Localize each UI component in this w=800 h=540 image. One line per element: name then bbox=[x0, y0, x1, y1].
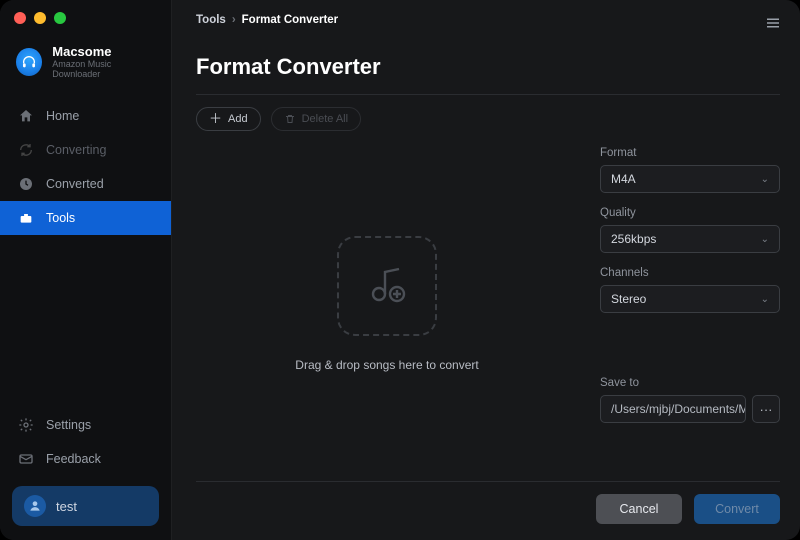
tools-icon bbox=[18, 210, 34, 226]
dropzone-hint: Drag & drop songs here to convert bbox=[295, 358, 478, 372]
sidebar-item-converting[interactable]: Converting bbox=[0, 133, 171, 167]
format-value: M4A bbox=[611, 172, 636, 186]
avatar bbox=[24, 495, 46, 517]
channels-label: Channels bbox=[600, 267, 780, 279]
sidebar-item-label: Converting bbox=[46, 143, 106, 157]
save-to-group: Save to /Users/mjbj/Documents/Ma ··· bbox=[600, 377, 780, 423]
quality-label: Quality bbox=[600, 207, 780, 219]
dropzone[interactable]: Drag & drop songs here to convert bbox=[196, 137, 578, 471]
sidebar-item-label: Converted bbox=[46, 177, 104, 191]
user-name: test bbox=[56, 499, 77, 514]
trash-icon bbox=[284, 113, 296, 125]
quality-group: Quality 256kbps ⌄ bbox=[600, 207, 780, 253]
quality-value: 256kbps bbox=[611, 232, 656, 246]
mail-icon bbox=[18, 451, 34, 467]
channels-group: Channels Stereo ⌄ bbox=[600, 267, 780, 313]
convert-button[interactable]: Convert bbox=[694, 494, 780, 524]
converting-icon bbox=[18, 142, 34, 158]
hamburger-icon bbox=[764, 14, 782, 32]
maximize-window-button[interactable] bbox=[54, 12, 66, 24]
main-area: Tools › Format Converter Format Converte… bbox=[172, 0, 800, 540]
delete-all-button[interactable]: Delete All bbox=[271, 107, 361, 131]
sidebar-item-home[interactable]: Home bbox=[0, 99, 171, 133]
channels-select[interactable]: Stereo ⌄ bbox=[600, 285, 780, 313]
app-window: Macsome Amazon Music Downloader Home Con… bbox=[0, 0, 800, 540]
brand-block: Macsome Amazon Music Downloader bbox=[0, 44, 171, 93]
divider bbox=[196, 94, 780, 95]
brand-name: Macsome bbox=[52, 44, 155, 59]
toolbar: ＋ Add Delete All bbox=[196, 107, 780, 131]
channels-value: Stereo bbox=[611, 292, 646, 306]
sidebar-item-tools[interactable]: Tools bbox=[0, 201, 171, 235]
brand-logo bbox=[16, 48, 42, 76]
brand-text: Macsome Amazon Music Downloader bbox=[52, 44, 155, 79]
sidebar-nav: Home Converting Converted Tools bbox=[0, 99, 171, 235]
add-button[interactable]: ＋ Add bbox=[196, 107, 261, 131]
page-title: Format Converter bbox=[196, 54, 780, 80]
headphones-icon bbox=[21, 54, 37, 70]
sidebar-item-settings[interactable]: Settings bbox=[0, 408, 171, 442]
user-icon bbox=[28, 499, 42, 513]
save-to-row: /Users/mjbj/Documents/Ma ··· bbox=[600, 395, 780, 423]
breadcrumb: Tools › Format Converter bbox=[196, 14, 780, 26]
gear-icon bbox=[18, 417, 34, 433]
quality-select[interactable]: 256kbps ⌄ bbox=[600, 225, 780, 253]
sidebar-item-converted[interactable]: Converted bbox=[0, 167, 171, 201]
sidebar: Macsome Amazon Music Downloader Home Con… bbox=[0, 0, 172, 540]
sidebar-item-label: Feedback bbox=[46, 452, 101, 466]
dropzone-frame bbox=[337, 236, 437, 336]
save-path-input[interactable]: /Users/mjbj/Documents/Ma bbox=[600, 395, 746, 423]
divider bbox=[196, 481, 780, 482]
brand-subtitle: Amazon Music Downloader bbox=[52, 59, 155, 79]
breadcrumb-separator: › bbox=[232, 14, 236, 26]
cancel-button[interactable]: Cancel bbox=[596, 494, 682, 524]
sidebar-item-label: Settings bbox=[46, 418, 91, 432]
window-controls bbox=[14, 12, 66, 24]
chevron-down-icon: ⌄ bbox=[761, 294, 769, 305]
converted-icon bbox=[18, 176, 34, 192]
hamburger-menu-button[interactable] bbox=[764, 14, 782, 32]
sidebar-item-label: Tools bbox=[46, 211, 75, 225]
options-panel: Format M4A ⌄ Quality 256kbps ⌄ Channels bbox=[600, 137, 780, 471]
breadcrumb-root[interactable]: Tools bbox=[196, 14, 226, 26]
user-account-pill[interactable]: test bbox=[12, 486, 159, 526]
content-row: Drag & drop songs here to convert Format… bbox=[196, 137, 780, 471]
browse-path-button[interactable]: ··· bbox=[752, 395, 780, 423]
sidebar-item-feedback[interactable]: Feedback bbox=[0, 442, 171, 476]
music-add-icon bbox=[363, 262, 411, 310]
chevron-down-icon: ⌄ bbox=[761, 174, 769, 185]
sidebar-bottom: Settings Feedback test bbox=[0, 408, 171, 540]
format-select[interactable]: M4A ⌄ bbox=[600, 165, 780, 193]
chevron-down-icon: ⌄ bbox=[761, 234, 769, 245]
format-group: Format M4A ⌄ bbox=[600, 147, 780, 193]
home-icon bbox=[18, 108, 34, 124]
minimize-window-button[interactable] bbox=[34, 12, 46, 24]
breadcrumb-leaf: Format Converter bbox=[242, 14, 339, 26]
footer-actions: Cancel Convert bbox=[196, 494, 780, 524]
save-to-label: Save to bbox=[600, 377, 780, 389]
close-window-button[interactable] bbox=[14, 12, 26, 24]
delete-all-label: Delete All bbox=[302, 113, 348, 125]
format-label: Format bbox=[600, 147, 780, 159]
sidebar-item-label: Home bbox=[46, 109, 79, 123]
add-button-label: Add bbox=[228, 113, 248, 125]
